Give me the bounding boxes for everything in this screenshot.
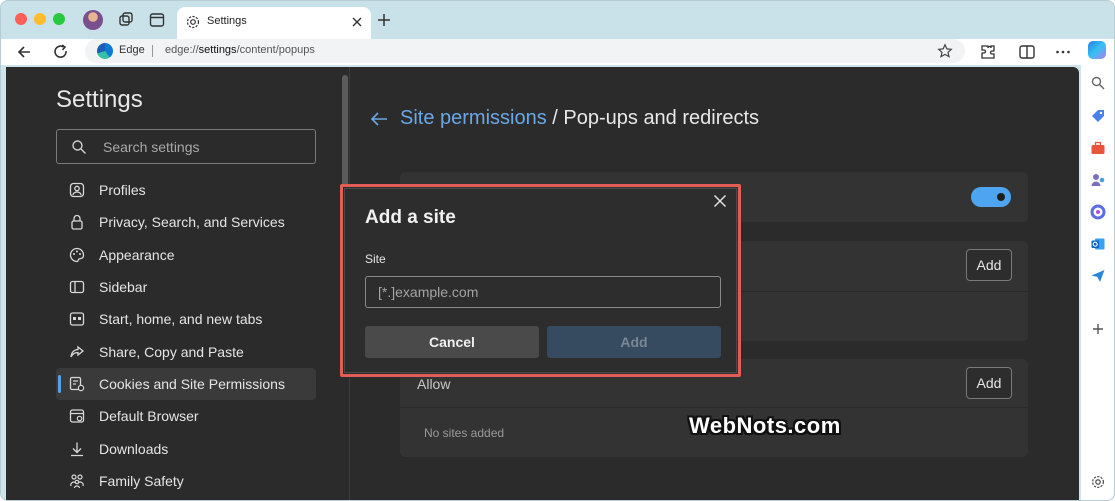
sidebar-item-label: Family Safety xyxy=(99,473,184,489)
split-screen-icon[interactable] xyxy=(1017,42,1037,62)
refresh-icon[interactable] xyxy=(51,42,71,62)
sidebar-item-downloads[interactable]: Downloads xyxy=(56,433,316,465)
browser-icon xyxy=(69,409,85,423)
edge-right-sidebar xyxy=(1081,65,1114,500)
cookie-permissions-icon xyxy=(69,376,85,392)
sidebar-search-icon[interactable] xyxy=(1090,75,1106,91)
sidebar-item-start-home[interactable]: Start, home, and new tabs xyxy=(56,303,316,335)
sidebar-item-cookies[interactable]: Cookies and Site Permissions xyxy=(56,368,316,400)
address-separator xyxy=(152,45,153,57)
settings-title: Settings xyxy=(56,86,143,113)
sidebar-item-share[interactable]: Share, Copy and Paste xyxy=(56,336,316,368)
close-tab-icon[interactable] xyxy=(349,14,365,30)
more-options-icon[interactable] xyxy=(1053,42,1073,62)
allow-add-button[interactable]: Add xyxy=(966,367,1012,399)
sidebar-item-family-safety[interactable]: Family Safety xyxy=(56,465,316,497)
card-separator xyxy=(400,407,1028,408)
tab-title: Settings xyxy=(207,15,247,27)
maximize-window-button[interactable] xyxy=(53,13,65,25)
games-icon[interactable] xyxy=(1090,172,1106,188)
lock-icon xyxy=(71,214,83,230)
sidebar-item-label: Default Browser xyxy=(99,408,199,424)
sidebar-item-label: Start, home, and new tabs xyxy=(99,311,263,327)
microsoft-365-icon[interactable] xyxy=(1090,204,1106,220)
add-sidebar-app-icon[interactable] xyxy=(1090,321,1106,337)
sidebar-icon xyxy=(69,280,85,294)
address-brand: Edge xyxy=(119,44,145,56)
back-arrow-icon[interactable] xyxy=(368,108,390,130)
dialog-title: Add a site xyxy=(365,207,456,228)
sidebar-item-label: Privacy, Search, and Services xyxy=(99,214,285,230)
sidebar-item-label: Appearance xyxy=(99,247,175,263)
tools-icon[interactable] xyxy=(1090,140,1106,156)
share-icon xyxy=(70,345,85,358)
gear-icon xyxy=(186,15,200,29)
add-button[interactable]: Add xyxy=(547,326,721,358)
site-input[interactable] xyxy=(365,276,721,308)
search-settings-input[interactable]: Search settings xyxy=(56,129,316,164)
sidebar-item-label: Profiles xyxy=(99,182,146,198)
profile-icon xyxy=(69,182,85,198)
watermark: WebNots.com xyxy=(689,413,841,438)
block-add-button[interactable]: Add xyxy=(966,249,1012,281)
sidebar-scrollbar[interactable] xyxy=(342,75,348,187)
new-tab-icon[interactable] xyxy=(375,11,393,29)
sidebar-item-privacy[interactable]: Privacy, Search, and Services xyxy=(56,206,316,238)
palette-icon xyxy=(69,247,85,263)
breadcrumb: Site permissions / Pop-ups and redirects xyxy=(400,107,759,130)
edge-logo-icon xyxy=(97,43,113,59)
sidebar-item-default-browser[interactable]: Default Browser xyxy=(56,400,316,432)
site-label: Site xyxy=(365,252,386,266)
breadcrumb-current: / Pop-ups and redirects xyxy=(546,107,760,129)
sidebar-settings-gear-icon[interactable] xyxy=(1090,474,1106,490)
favorite-star-icon[interactable] xyxy=(937,43,953,59)
toolbar: Edge edge://settings/content/popups xyxy=(1,39,1114,65)
sidebar-item-label: Cookies and Site Permissions xyxy=(99,376,285,392)
search-placeholder: Search settings xyxy=(103,139,200,155)
tab-strip: Settings xyxy=(1,1,1114,39)
tab-actions-icon[interactable] xyxy=(148,11,166,29)
outlook-icon[interactable] xyxy=(1090,236,1106,252)
search-icon xyxy=(72,140,86,154)
sidebar-item-profiles[interactable]: Profiles xyxy=(56,174,316,206)
allow-title: Allow xyxy=(417,376,451,392)
popups-toggle[interactable] xyxy=(971,187,1011,207)
breadcrumb-site-permissions-link[interactable]: Site permissions xyxy=(400,107,547,129)
address-bar[interactable]: Edge edge://settings/content/popups xyxy=(85,39,965,63)
back-icon[interactable] xyxy=(15,42,35,62)
close-icon[interactable] xyxy=(712,193,728,209)
settings-sidebar: Settings Search settings Profiles Privac… xyxy=(6,67,349,500)
tab-settings[interactable]: Settings xyxy=(177,7,371,39)
shopping-tag-icon[interactable] xyxy=(1090,108,1106,124)
cancel-button[interactable]: Cancel xyxy=(365,326,539,358)
sidebar-item-label: Share, Copy and Paste xyxy=(99,344,244,360)
copilot-icon[interactable] xyxy=(1088,41,1106,59)
sidebar-item-appearance[interactable]: Appearance xyxy=(56,239,316,271)
workspaces-icon[interactable] xyxy=(117,11,135,29)
browser-window: Settings Edge edge://settings/content/po… xyxy=(0,0,1115,501)
download-icon xyxy=(71,442,83,457)
family-icon xyxy=(70,474,84,489)
home-tabs-icon xyxy=(69,312,85,326)
sidebar-item-sidebar[interactable]: Sidebar xyxy=(56,271,316,303)
sidebar-item-label: Sidebar xyxy=(99,279,148,295)
no-sites-text: No sites added xyxy=(424,426,505,440)
url-text: edge://settings/content/popups xyxy=(165,44,315,56)
minimize-window-button[interactable] xyxy=(34,13,46,25)
extensions-icon[interactable] xyxy=(978,42,998,62)
profile-avatar[interactable] xyxy=(83,10,103,30)
close-window-button[interactable] xyxy=(15,13,27,25)
active-indicator xyxy=(58,375,61,393)
add-site-dialog: Add a site Site Cancel Add xyxy=(344,188,737,373)
sidebar-item-label: Downloads xyxy=(99,441,169,457)
drop-send-icon[interactable] xyxy=(1090,268,1106,284)
